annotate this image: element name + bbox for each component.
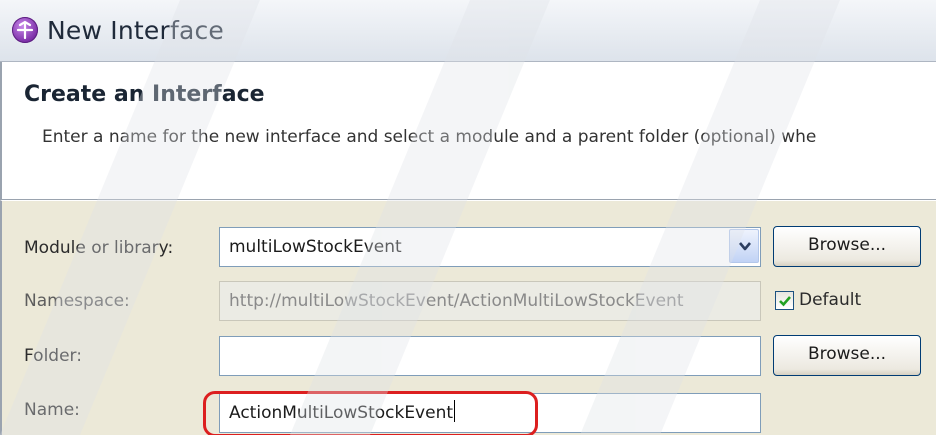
folder-browse-button[interactable]: Browse... xyxy=(773,335,921,376)
default-checkbox[interactable] xyxy=(775,291,794,310)
name-label: Name: xyxy=(24,400,80,420)
wizard-header: Create an Interface Enter a name for the… xyxy=(0,62,936,200)
dropdown-button[interactable] xyxy=(729,229,759,263)
text-cursor xyxy=(454,400,456,422)
new-interface-dialog: New Interface Create an Interface Enter … xyxy=(0,0,936,435)
namespace-field[interactable]: http://multiLowStockEvent/ActionMultiLow… xyxy=(219,281,761,321)
folder-label: Folder: xyxy=(24,346,82,366)
title-bar[interactable]: New Interface xyxy=(0,0,936,62)
default-label[interactable]: Default xyxy=(799,290,861,310)
name-value: ActionMultiLowStockEvent xyxy=(229,403,454,423)
window-title: New Interface xyxy=(47,16,225,45)
module-label: Module or library: xyxy=(24,238,174,258)
module-combo[interactable]: multiLowStockEvent xyxy=(219,227,761,267)
page-description: Enter a name for the new interface and s… xyxy=(42,127,817,147)
interface-icon xyxy=(12,17,38,43)
folder-input[interactable] xyxy=(219,336,761,376)
name-input[interactable]: ActionMultiLowStockEvent xyxy=(219,393,761,433)
module-browse-button[interactable]: Browse... xyxy=(773,226,921,267)
namespace-label: Namespace: xyxy=(24,291,130,311)
module-value: multiLowStockEvent xyxy=(229,237,402,257)
page-title: Create an Interface xyxy=(24,82,265,107)
